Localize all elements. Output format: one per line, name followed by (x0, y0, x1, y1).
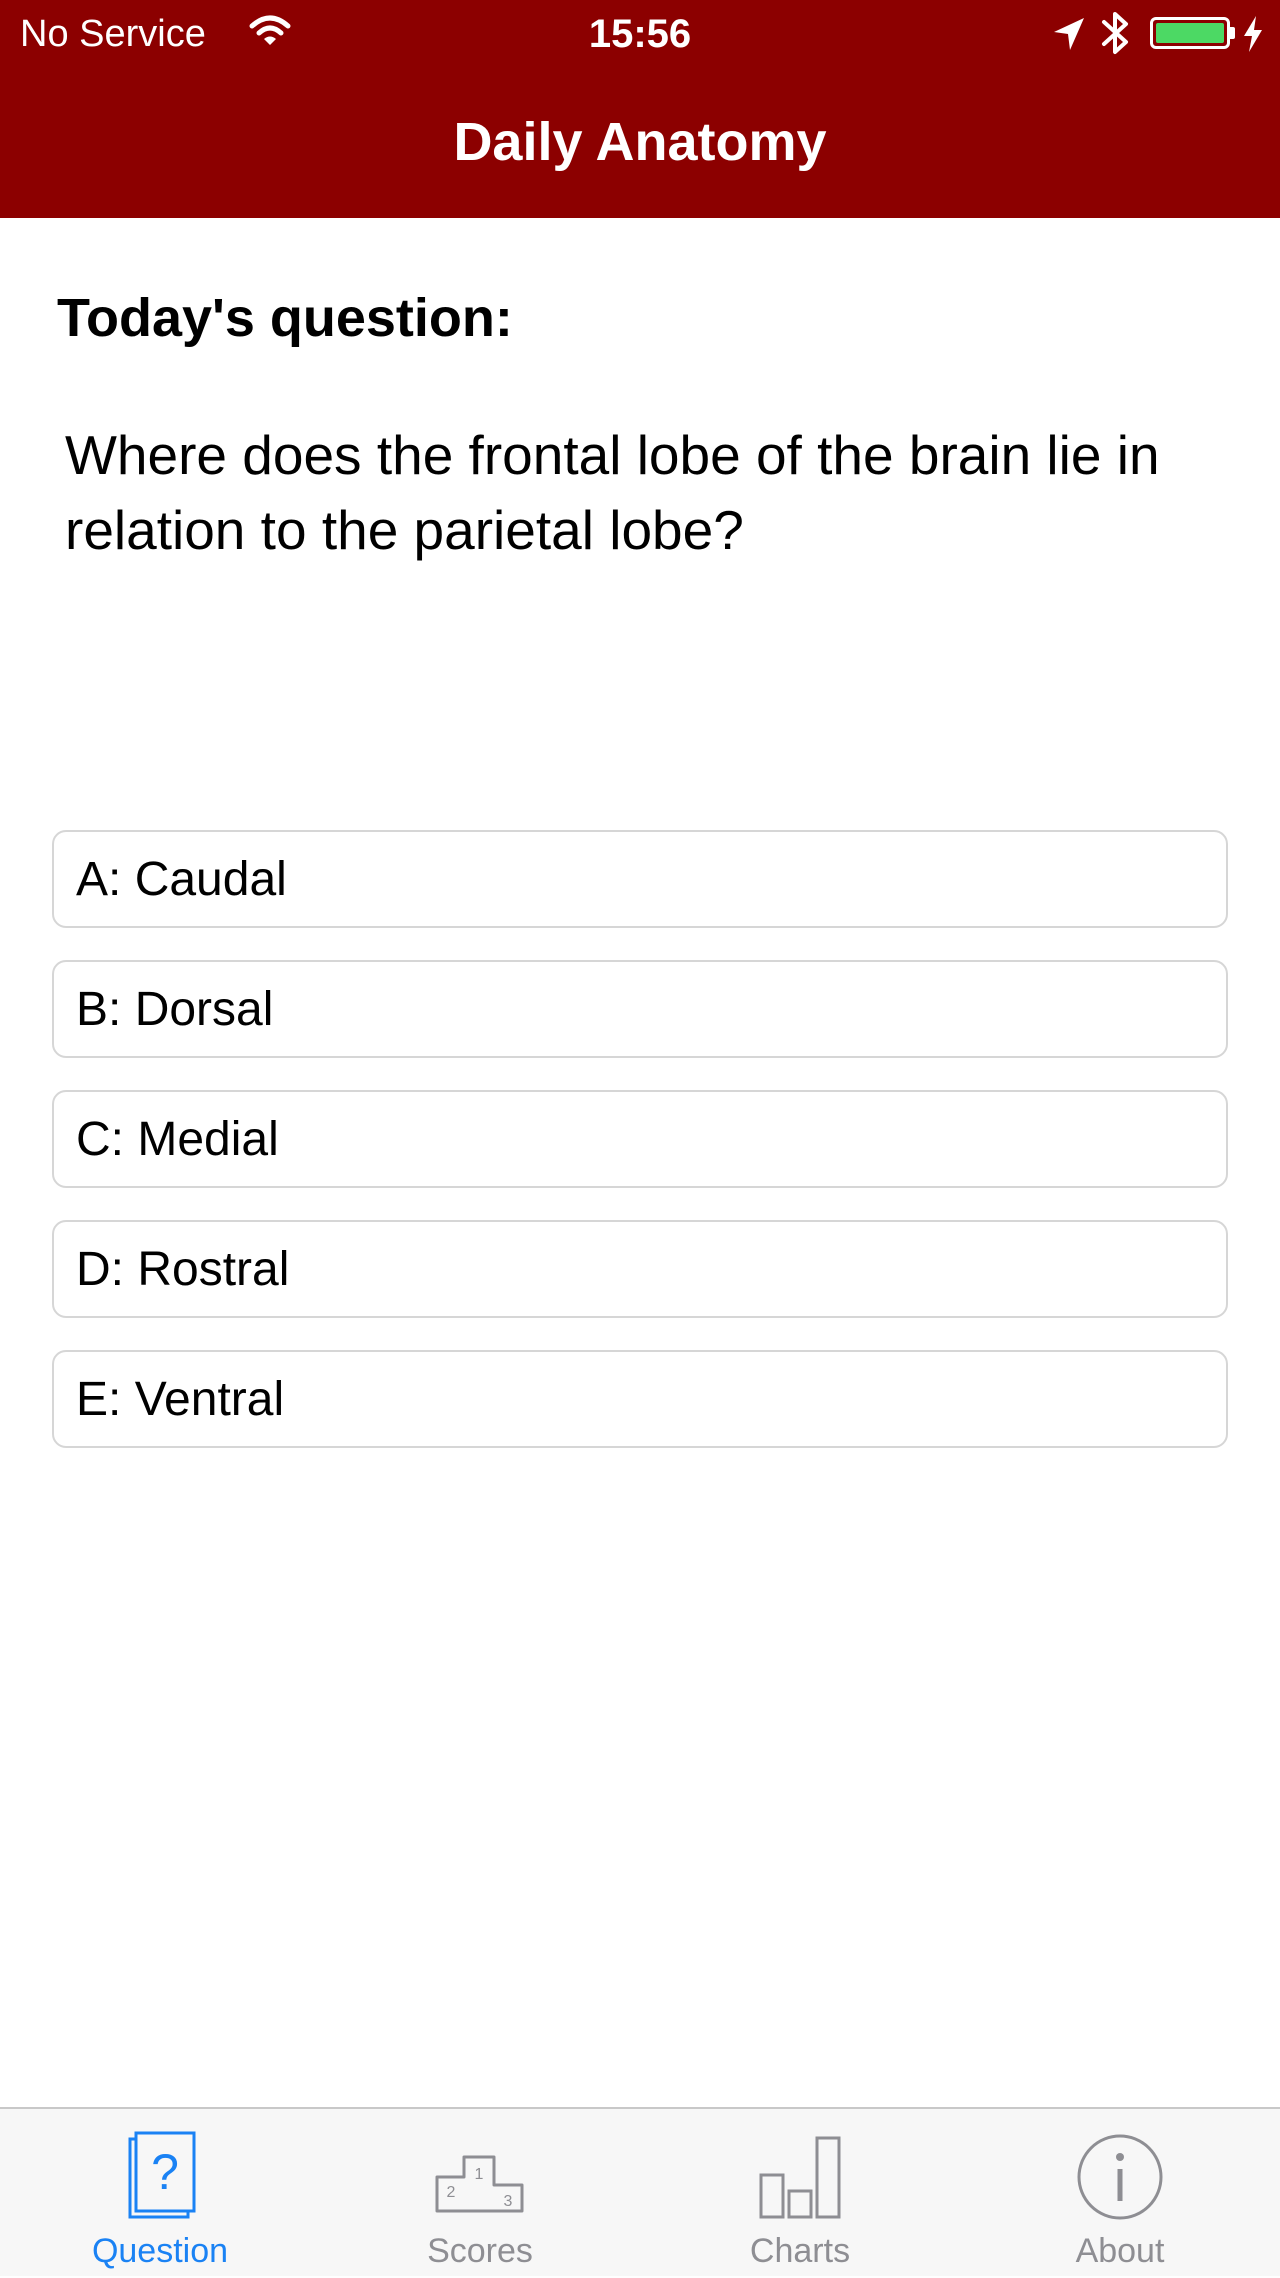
info-circle-icon (1077, 2134, 1163, 2220)
tab-scores[interactable]: 1 2 3 Scores (320, 2109, 640, 2278)
answer-option-e[interactable]: E: Ventral (52, 1350, 1228, 1448)
answer-option-a[interactable]: A: Caudal (52, 830, 1228, 928)
svg-text:?: ? (151, 2144, 179, 2200)
tab-question-label: Question (91, 2232, 229, 2270)
tab-about-label: About (1075, 2232, 1165, 2270)
tab-scores-label: Scores (427, 2232, 533, 2270)
svg-text:3: 3 (504, 2193, 513, 2210)
question-card-icon: ? (128, 2131, 196, 2219)
battery-tip (1230, 27, 1235, 39)
podium-icon: 1 2 3 (435, 2155, 524, 2213)
answer-option-c[interactable]: C: Medial (52, 1090, 1228, 1188)
svg-text:1: 1 (475, 2166, 484, 2183)
answer-option-d[interactable]: D: Rostral (52, 1220, 1228, 1318)
bar-chart-icon (759, 2136, 841, 2219)
app-header: No Service 15:56 Daily Anatomy (0, 0, 1280, 218)
tab-question[interactable]: ? Question (0, 2109, 320, 2278)
answer-option-b[interactable]: B: Dorsal (52, 960, 1228, 1058)
tab-about[interactable]: About (960, 2109, 1280, 2278)
clock: 15:56 (588, 12, 692, 56)
question-heading: Today's question: (57, 288, 513, 348)
tab-charts-label: Charts (749, 2232, 851, 2270)
svg-text:2: 2 (447, 2184, 456, 2201)
charging-bolt-icon (1244, 16, 1262, 52)
nav-title: Daily Anatomy (453, 112, 827, 172)
bluetooth-icon (1102, 12, 1128, 54)
tab-bar: ? Question 1 2 3 Scores Charts About (0, 2107, 1280, 2276)
battery-icon (1150, 17, 1230, 49)
status-bar: No Service 15:56 (0, 0, 1280, 70)
location-arrow-icon (1054, 18, 1084, 50)
question-text: Where does the frontal lobe of the brain… (65, 424, 1160, 561)
answer-list: A: Caudal B: Dorsal C: Medial D: Rostral… (52, 830, 1228, 1480)
tab-charts[interactable]: Charts (640, 2109, 960, 2278)
